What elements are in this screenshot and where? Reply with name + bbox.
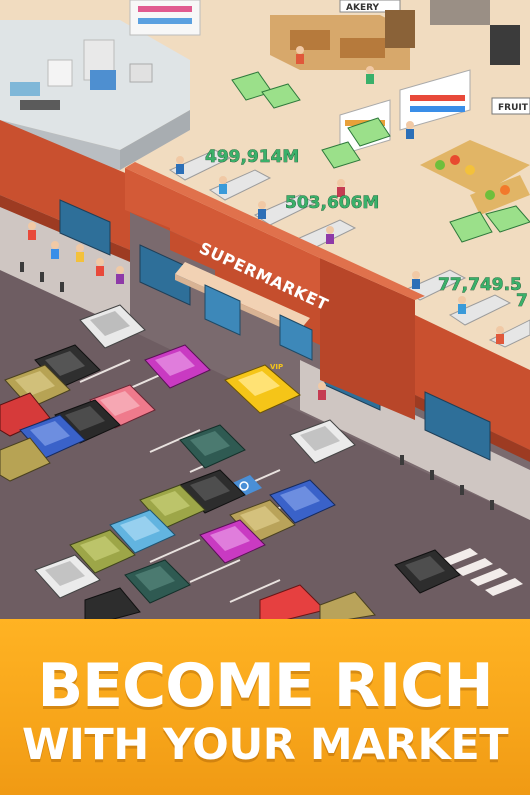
vip-tag: VIP <box>270 363 283 371</box>
fruit-sign: FRUIT <box>498 103 529 113</box>
money-popup: 499,914M <box>205 147 299 167</box>
bakery-sign: AKERY <box>346 3 380 13</box>
banner-headline: BECOME RICH <box>37 651 493 721</box>
money-popup: 7 <box>516 291 528 311</box>
money-popup: 77,749.5 <box>438 275 522 295</box>
promo-banner: BECOME RICH WITH YOUR MARKET <box>0 619 530 795</box>
money-popup: 503,606M <box>285 193 379 213</box>
banner-subheadline: WITH YOUR MARKET <box>21 720 509 770</box>
game-screenshot: AKERY FRUIT 499,914M 503,606M 77,749.5 7… <box>0 0 530 795</box>
